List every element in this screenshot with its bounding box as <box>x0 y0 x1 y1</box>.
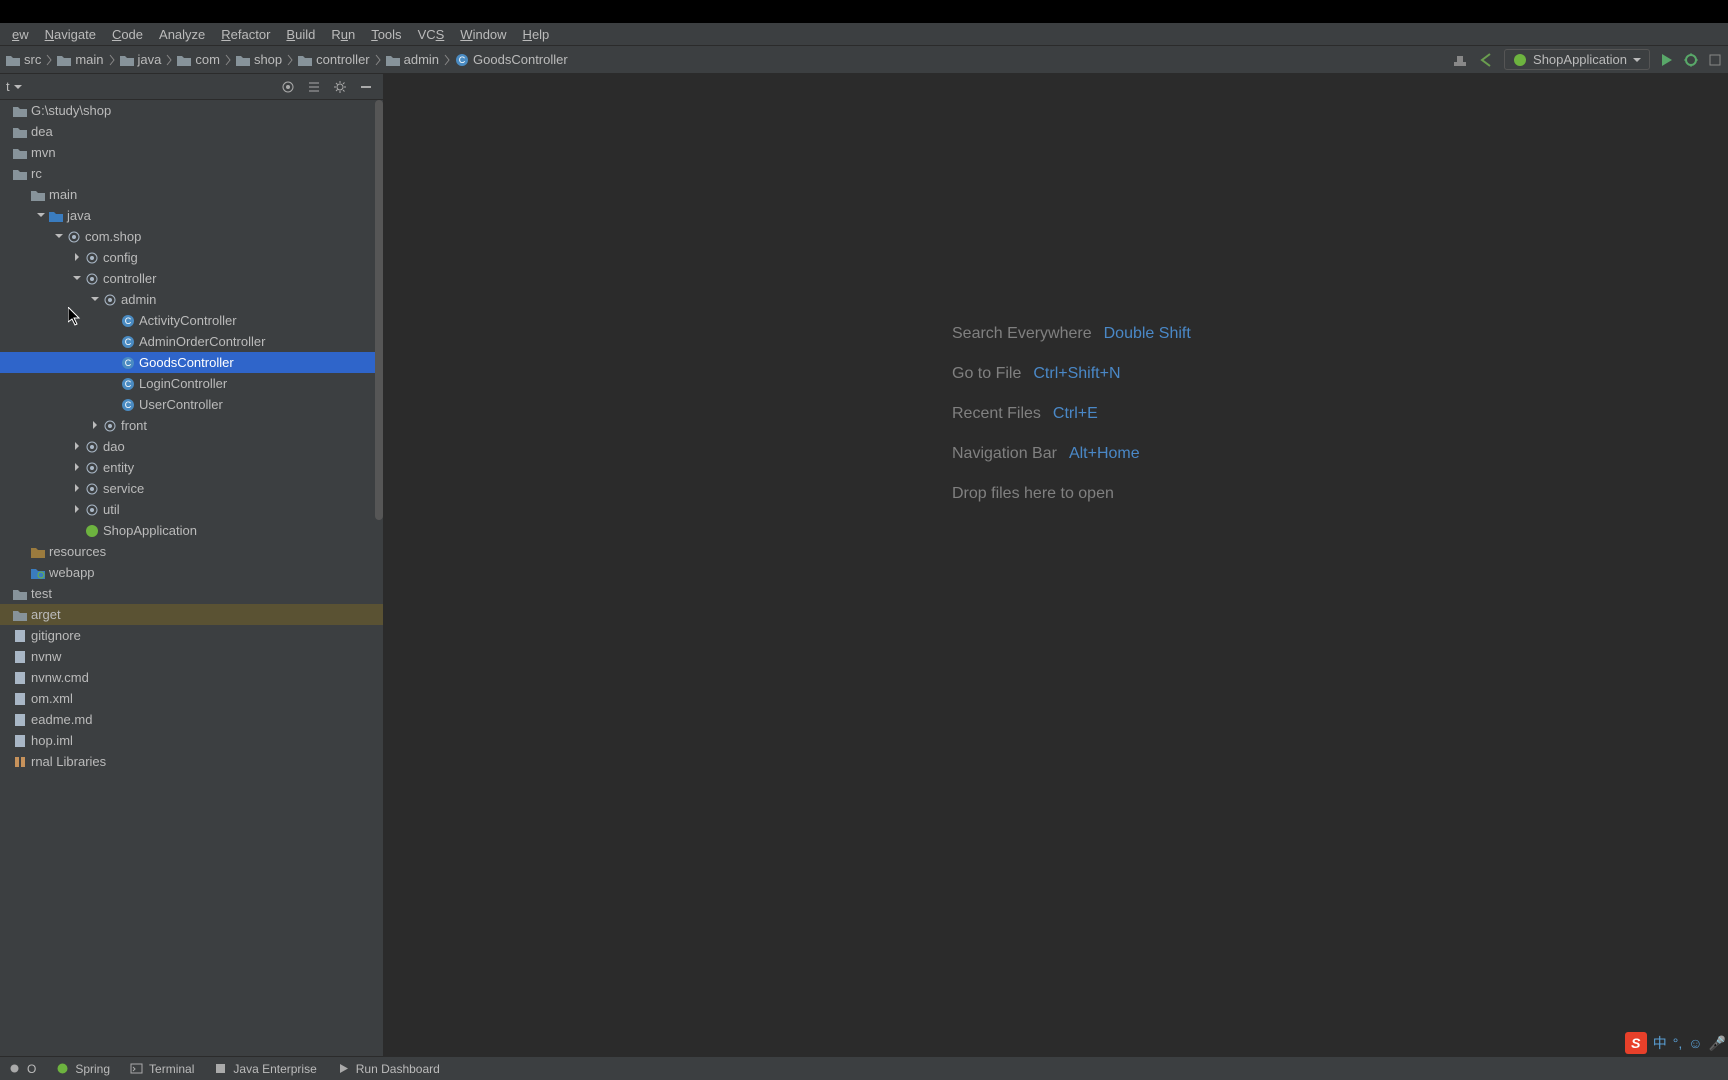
hide-icon[interactable] <box>359 80 373 94</box>
tree-item[interactable]: nvnw <box>0 646 383 667</box>
tree-item[interactable]: resources <box>0 541 383 562</box>
tree-item[interactable]: admin <box>0 289 383 310</box>
hint-row: Recent FilesCtrl+E <box>952 394 1191 434</box>
tree-item[interactable]: CActivityController <box>0 310 383 331</box>
tree-item[interactable]: mvn <box>0 142 383 163</box>
tree-item[interactable]: rnal Libraries <box>0 751 383 772</box>
menu-help[interactable]: Help <box>515 27 558 42</box>
tree-item[interactable]: dao <box>0 436 383 457</box>
collapse-icon[interactable] <box>307 80 321 94</box>
menu-run[interactable]: Run <box>323 27 363 42</box>
menu-build[interactable]: Build <box>278 27 323 42</box>
menu-refactor[interactable]: Refactor <box>213 27 278 42</box>
ime-mic[interactable]: 🎤 <box>1709 1035 1726 1052</box>
tree-item[interactable]: arget <box>0 604 383 625</box>
breadcrumb-admin[interactable]: admin <box>384 52 453 67</box>
tree-item[interactable]: main <box>0 184 383 205</box>
tree-item[interactable]: service <box>0 478 383 499</box>
bottom-tab-o[interactable]: O <box>8 1062 36 1076</box>
bottom-tab-run-dashboard[interactable]: Run Dashboard <box>337 1062 440 1076</box>
hint-row: Drop files here to open <box>952 474 1191 514</box>
menu-code[interactable]: Code <box>104 27 151 42</box>
breadcrumb-goodscontroller[interactable]: CGoodsController <box>453 52 570 67</box>
breadcrumb-src[interactable]: src <box>4 52 55 67</box>
breadcrumb-com[interactable]: com <box>175 52 234 67</box>
build-icon[interactable] <box>1452 52 1468 68</box>
navigation-bar: srcmainjavacomshopcontrolleradminCGoodsC… <box>0 45 1728 74</box>
menu-navigate[interactable]: Navigate <box>37 27 104 42</box>
spring-icon <box>1513 53 1527 67</box>
breadcrumb-shop[interactable]: shop <box>234 52 296 67</box>
target-icon[interactable] <box>281 80 295 94</box>
project-tree[interactable]: G:\study\shopdeamvnrcmainjavacom.shopcon… <box>0 100 383 1056</box>
run-button-icon[interactable] <box>1660 53 1674 67</box>
svg-text:C: C <box>124 400 131 410</box>
tree-item[interactable]: G:\study\shop <box>0 100 383 121</box>
svg-text:C: C <box>124 316 131 326</box>
tree-item[interactable]: CLoginController <box>0 373 383 394</box>
project-header: t <box>0 74 383 100</box>
ime-lang[interactable]: 中 <box>1653 1033 1667 1053</box>
tree-item[interactable]: test <box>0 583 383 604</box>
tree-item[interactable]: entity <box>0 457 383 478</box>
bottom-tab-java-enterprise[interactable]: Java Enterprise <box>214 1062 316 1076</box>
svg-text:C: C <box>124 358 131 368</box>
ime-emoji[interactable]: ☺ <box>1688 1035 1702 1051</box>
tree-item[interactable]: CGoodsController <box>0 352 383 373</box>
run-config-label: ShopApplication <box>1533 52 1627 67</box>
menu-analyze[interactable]: Analyze <box>151 27 213 42</box>
tree-item[interactable]: eadme.md <box>0 709 383 730</box>
tree-item[interactable]: rc <box>0 163 383 184</box>
ime-tray: S 中 °, ☺ 🎤 <box>1625 1032 1726 1054</box>
project-view-label[interactable]: t <box>6 79 10 94</box>
svg-text:C: C <box>459 55 466 65</box>
sogou-icon[interactable]: S <box>1625 1032 1647 1054</box>
project-tool-window: t G:\study\shopdeamvnrcmainjavacom.shopc… <box>0 74 384 1056</box>
breadcrumb-main[interactable]: main <box>55 52 117 67</box>
editor-area[interactable]: Search EverywhereDouble ShiftGo to FileC… <box>384 74 1728 1056</box>
ime-punct[interactable]: °, <box>1673 1035 1683 1051</box>
chevron-down-icon <box>1633 56 1641 64</box>
svg-text:C: C <box>124 379 131 389</box>
tree-item[interactable]: ShopApplication <box>0 520 383 541</box>
menu-ew[interactable]: ew <box>4 27 37 42</box>
tree-item[interactable]: webapp <box>0 562 383 583</box>
tree-item[interactable]: front <box>0 415 383 436</box>
menu-window[interactable]: Window <box>452 27 514 42</box>
chevron-down-icon[interactable] <box>14 83 22 91</box>
tree-item[interactable]: om.xml <box>0 688 383 709</box>
hint-row: Search EverywhereDouble Shift <box>952 314 1191 354</box>
tree-item[interactable]: util <box>0 499 383 520</box>
tree-item[interactable]: nvnw.cmd <box>0 667 383 688</box>
menu-vcs[interactable]: VCS <box>410 27 453 42</box>
tree-item[interactable]: com.shop <box>0 226 383 247</box>
hint-row: Navigation BarAlt+Home <box>952 434 1191 474</box>
back-arrow-icon[interactable] <box>1478 52 1494 68</box>
tree-item[interactable]: hop.iml <box>0 730 383 751</box>
svg-text:C: C <box>124 337 131 347</box>
tree-item[interactable]: config <box>0 247 383 268</box>
more-icon[interactable] <box>1708 53 1722 67</box>
run-config-selector[interactable]: ShopApplication <box>1504 49 1650 70</box>
tree-item[interactable]: java <box>0 205 383 226</box>
menu-bar: ewNavigateCodeAnalyzeRefactorBuildRunToo… <box>0 23 1728 45</box>
gear-icon[interactable] <box>333 80 347 94</box>
tree-item[interactable]: CAdminOrderController <box>0 331 383 352</box>
bottom-tab-terminal[interactable]: Terminal <box>130 1062 194 1076</box>
tree-item[interactable]: CUserController <box>0 394 383 415</box>
hint-row: Go to FileCtrl+Shift+N <box>952 354 1191 394</box>
breadcrumb-java[interactable]: java <box>118 52 176 67</box>
tree-item[interactable]: gitignore <box>0 625 383 646</box>
scrollbar-thumb[interactable] <box>375 100 383 520</box>
tree-item[interactable]: dea <box>0 121 383 142</box>
tree-item[interactable]: controller <box>0 268 383 289</box>
breadcrumb-controller[interactable]: controller <box>296 52 383 67</box>
debug-button-icon[interactable] <box>1684 53 1698 67</box>
menu-tools[interactable]: Tools <box>363 27 409 42</box>
bottom-tab-spring[interactable]: Spring <box>56 1062 110 1076</box>
bottom-tool-bar: O Spring Terminal Java Enterprise Run Dashbo… <box>0 1056 1728 1080</box>
editor-hints: Search EverywhereDouble ShiftGo to FileC… <box>952 314 1191 514</box>
